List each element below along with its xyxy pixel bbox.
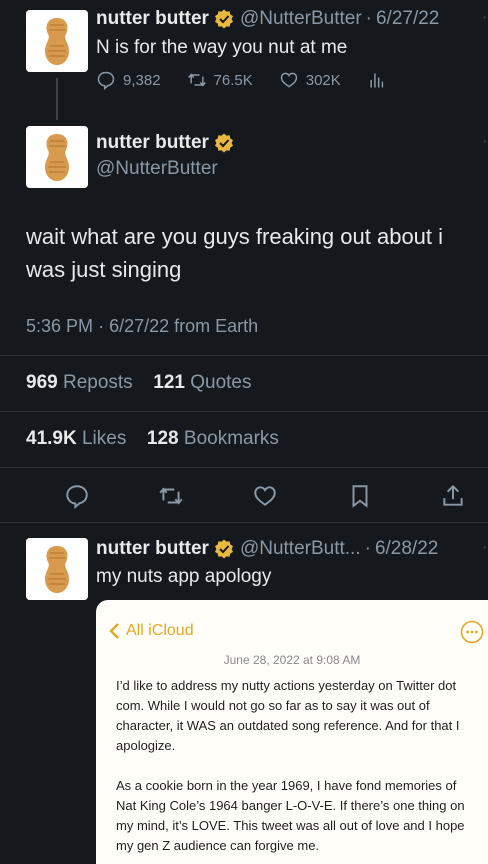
note-body: I’d like to address my nutty actions yes… xyxy=(116,676,476,864)
engagement-stats-row: 969 Reposts 121 Quotes xyxy=(26,372,252,394)
main-tweet-action-bar xyxy=(0,480,488,512)
verified-badge-icon xyxy=(214,9,234,29)
repost-count: 76.5K xyxy=(213,71,253,89)
repost-button[interactable]: 76.5K xyxy=(187,70,253,90)
more-options-icon[interactable]: · xyxy=(481,536,488,559)
avatar[interactable] xyxy=(26,126,88,188)
engagement-stats-row: 41.9K Likes 128 Bookmarks xyxy=(26,428,279,450)
avatar[interactable] xyxy=(26,10,88,72)
divider xyxy=(0,411,488,412)
tweet-date[interactable]: 6/27/22 xyxy=(109,316,169,336)
avatar[interactable] xyxy=(26,538,88,600)
tweet-header: nutter butter @NutterButter · 6/27/22 xyxy=(96,8,439,30)
display-name[interactable]: nutter butter xyxy=(96,8,209,30)
display-name[interactable]: nutter butter xyxy=(96,538,209,560)
handle-row: @NutterButter xyxy=(96,158,218,180)
handle[interactable]: @NutterButter xyxy=(240,8,362,30)
tweet-header: nutter butter @NutterButt... · 6/28/22 xyxy=(96,538,438,560)
notes-back-button: All iCloud xyxy=(108,622,194,640)
repost-icon xyxy=(159,487,183,505)
quotes-label: Quotes xyxy=(190,372,252,393)
display-name[interactable]: nutter butter xyxy=(96,132,209,154)
chevron-left-icon xyxy=(109,623,119,639)
divider xyxy=(0,522,488,523)
quotes-stat[interactable]: 121 Quotes xyxy=(153,372,251,393)
bookmark-icon xyxy=(352,485,368,508)
tweet-actions: 9,382 76.5K 302K xyxy=(96,70,420,90)
notes-app-image[interactable]: All iCloud June 28, 2022 at 9:08 AM I’d … xyxy=(96,600,488,864)
likes-count: 41.9K xyxy=(26,428,77,449)
heart-icon xyxy=(254,486,276,506)
likes-label: Likes xyxy=(81,428,127,449)
like-button[interactable] xyxy=(252,483,278,509)
bookmarks-count: 128 xyxy=(146,428,179,449)
quotes-count: 121 xyxy=(153,372,185,393)
likes-stat[interactable]: 41.9K Likes xyxy=(26,428,126,449)
reposts-label: Reposts xyxy=(62,372,133,393)
more-options-icon[interactable]: · xyxy=(481,6,488,29)
notes-back-label: All iCloud xyxy=(126,622,194,639)
separator-dot: · xyxy=(365,8,372,29)
tweet-meta: 5:36 PM · 6/27/22 from Earth xyxy=(26,316,258,337)
divider xyxy=(0,467,488,468)
reply-icon xyxy=(66,485,88,509)
tweet-source: from Earth xyxy=(174,316,259,336)
tweet-text: my nuts app apology xyxy=(96,566,272,587)
reply-count: 9,382 xyxy=(123,71,161,89)
separator-dot: · xyxy=(364,538,371,559)
share-button[interactable] xyxy=(440,483,466,509)
separator-dot: · xyxy=(98,316,110,336)
repost-icon xyxy=(187,73,206,87)
like-button[interactable]: 302K xyxy=(279,70,341,90)
note-paragraph: I’d like to address my nutty actions yes… xyxy=(116,678,460,753)
reply-button[interactable] xyxy=(64,483,90,509)
note-date: June 28, 2022 at 9:08 AM xyxy=(223,653,361,667)
note-paragraph: As a cookie born in the year 1969, I hav… xyxy=(116,778,465,853)
share-icon xyxy=(443,484,463,506)
heart-icon xyxy=(280,72,298,88)
handle[interactable]: @NutterButter xyxy=(96,158,218,180)
analytics-button[interactable] xyxy=(367,70,394,90)
verified-badge-icon xyxy=(214,539,234,559)
thread-connector xyxy=(56,78,58,120)
repost-button[interactable] xyxy=(158,483,184,509)
tweet-time[interactable]: 5:36 PM xyxy=(26,316,93,336)
like-count: 302K xyxy=(305,71,341,89)
tweet-text: N is for the way you nut at me xyxy=(96,37,348,58)
more-options-icon[interactable]: · xyxy=(481,130,488,153)
main-tweet-text: wait what are you guys freaking out abou… xyxy=(26,224,444,282)
reposts-count: 969 xyxy=(26,372,58,393)
divider xyxy=(0,355,488,356)
tweet-date[interactable]: 6/27/22 xyxy=(376,8,439,30)
tweet-date[interactable]: 6/28/22 xyxy=(375,538,438,560)
bookmarks-stat[interactable]: 128 Bookmarks xyxy=(147,428,279,449)
reply-button[interactable]: 9,382 xyxy=(96,70,161,90)
tweet-header: nutter butter xyxy=(96,132,240,154)
more-circle-icon xyxy=(460,620,484,644)
reply-icon xyxy=(97,71,115,90)
verified-badge-icon xyxy=(214,133,234,153)
bookmarks-label: Bookmarks xyxy=(183,428,279,449)
reposts-stat[interactable]: 969 Reposts xyxy=(26,372,133,393)
handle[interactable]: @NutterButt... xyxy=(240,538,361,560)
analytics-icon xyxy=(370,73,383,88)
bookmark-button[interactable] xyxy=(347,483,373,509)
